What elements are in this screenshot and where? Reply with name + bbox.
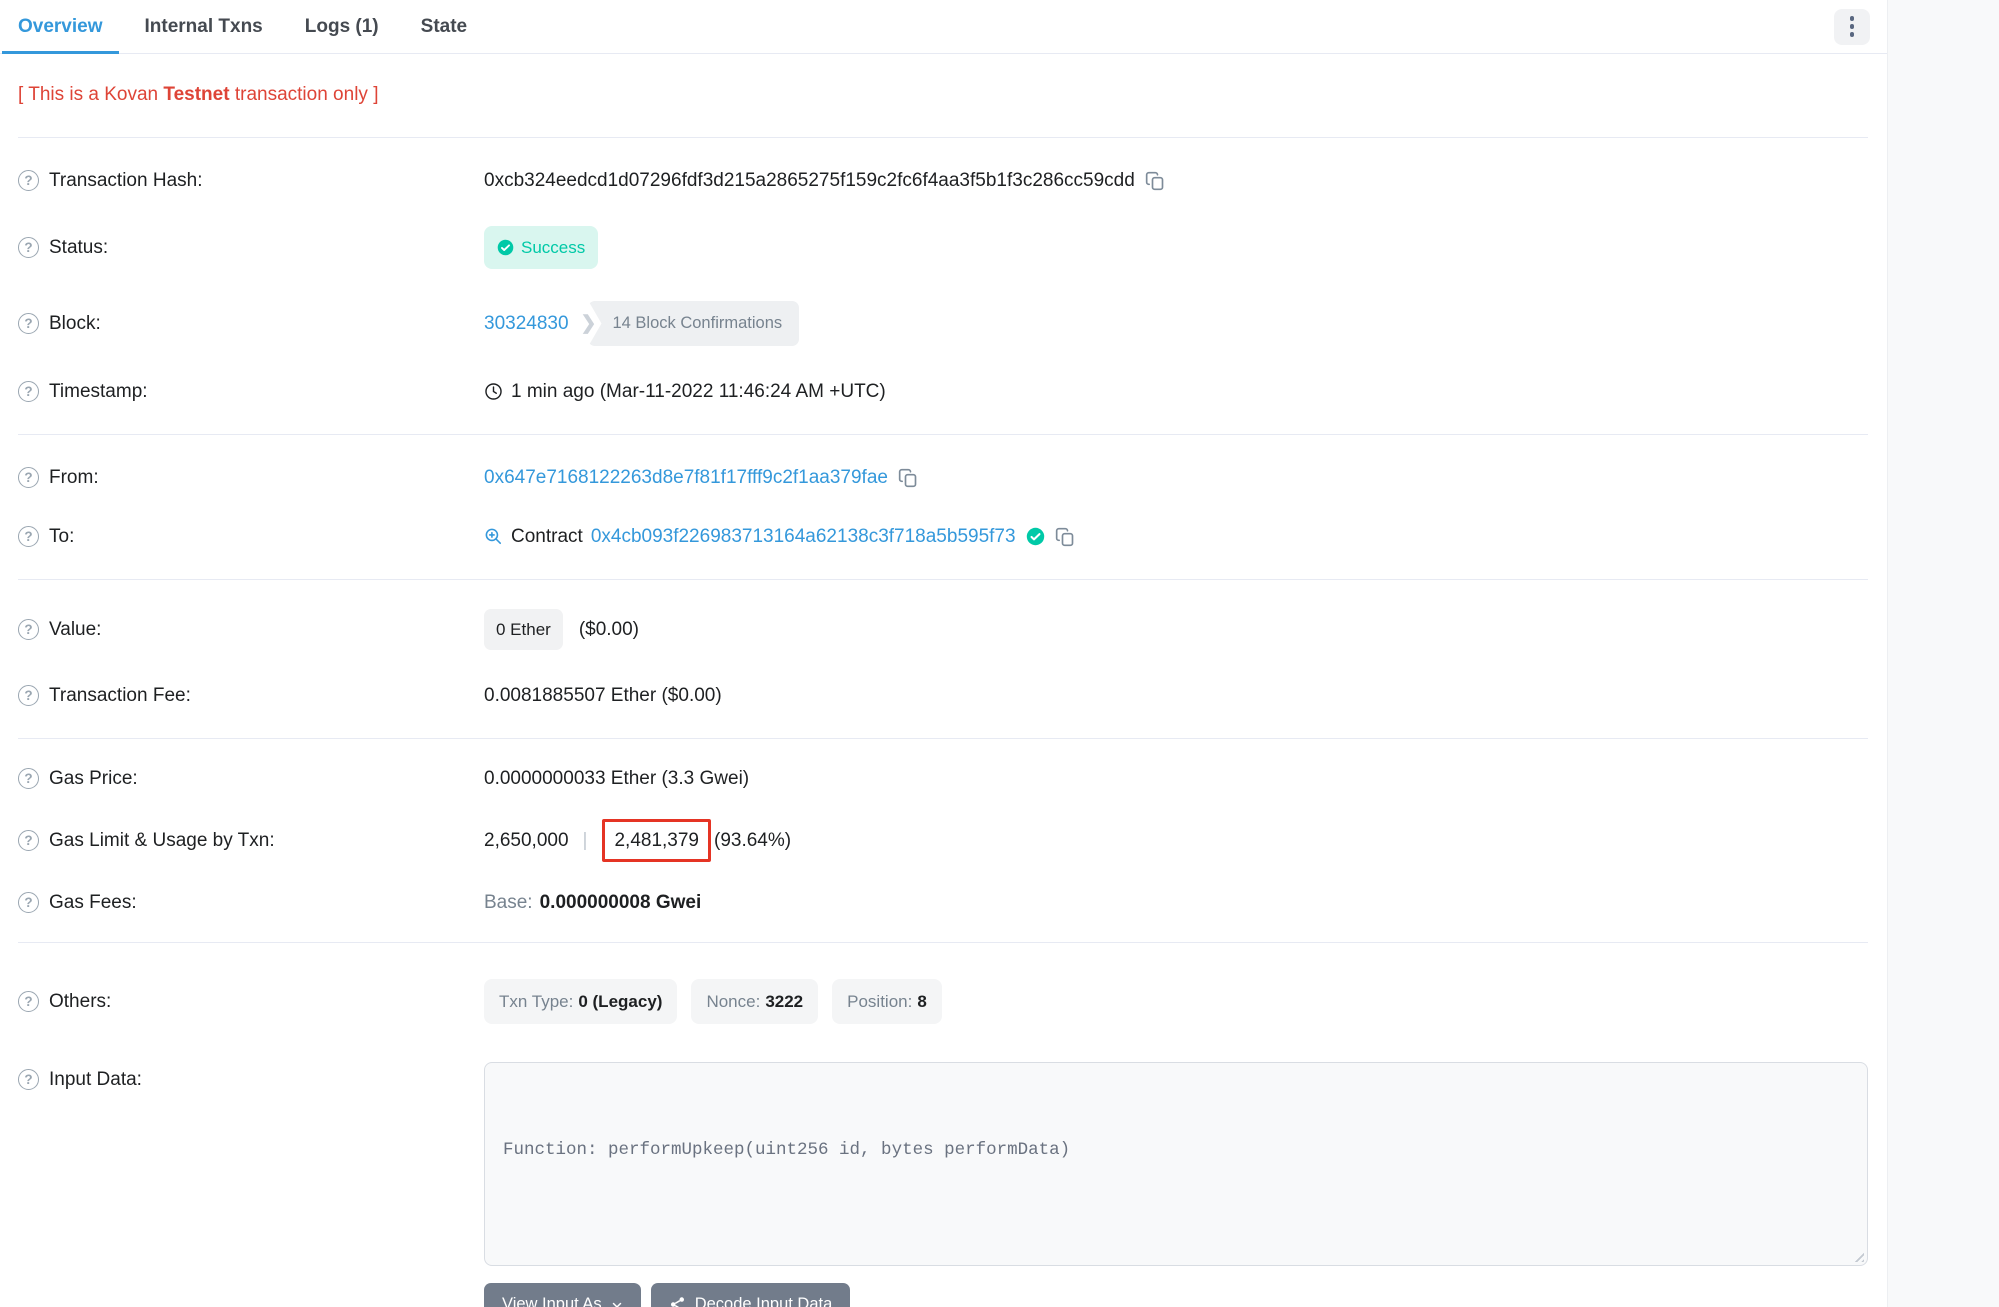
value-usd: ($0.00) [579,616,639,643]
value-ether-badge: 0 Ether [484,609,563,650]
gas-price-value: 0.0000000033 Ether (3.3 Gwei) [484,765,749,792]
section-value: ? Value: 0 Ether ($0.00) ? Transaction F… [0,580,1887,738]
row-block: ? Block: 30324830 ❯ 14 Block Confirmatio… [0,285,1887,362]
decode-icon [669,1296,686,1307]
check-circle-icon [497,239,514,256]
gas-price-label: Gas Price: [49,765,138,792]
others-label: Others: [49,988,111,1015]
transaction-hash-value: 0xcb324eedcd1d07296fdf3d215a2865275f159c… [484,167,1135,194]
help-icon[interactable]: ? [18,619,39,640]
row-gas-price: ? Gas Price: 0.0000000033 Ether (3.3 Gwe… [0,749,1887,808]
to-address-link[interactable]: 0x4cb093f226983713164a62138c3f718a5b595f… [591,523,1016,550]
help-icon[interactable]: ? [18,685,39,706]
more-options-button[interactable] [1834,9,1870,45]
from-label: From: [49,464,99,491]
gas-fees-label: Gas Fees: [49,889,137,916]
input-data-textarea[interactable]: Function: performUpkeep(uint256 id, byte… [484,1062,1868,1266]
row-others: ? Others: Txn Type:0 (Legacy) Nonce:3222… [0,963,1887,1040]
row-status: ? Status: Success [0,210,1887,285]
zoom-in-icon[interactable] [484,527,503,546]
view-input-as-button[interactable]: View Input As [484,1283,641,1307]
help-icon[interactable]: ? [18,467,39,488]
row-to: ? To: Contract 0x4cb093f226983713164a621… [0,507,1887,566]
input-data-line: Function: performUpkeep(uint256 id, byte… [503,1136,1849,1165]
value-label: Value: [49,616,101,643]
from-address-link[interactable]: 0x647e7168122263d8e7f81f17fff9c2f1aa379f… [484,464,888,491]
section-others-input: ? Others: Txn Type:0 (Legacy) Nonce:3222… [0,943,1887,1307]
input-data-label: Input Data: [49,1066,142,1093]
copy-icon[interactable] [1145,171,1165,191]
block-confirmations-badge: 14 Block Confirmations [588,301,799,346]
txn-type-badge: Txn Type:0 (Legacy) [484,979,677,1024]
to-label: To: [49,523,74,550]
position-badge: Position:8 [832,979,942,1024]
page-background [1887,0,1999,1307]
help-icon[interactable]: ? [18,768,39,789]
chevron-down-icon [611,1299,623,1307]
section-gas: ? Gas Price: 0.0000000033 Ether (3.3 Gwe… [0,739,1887,942]
nonce-badge: Nonce:3222 [691,979,818,1024]
tab-logs[interactable]: Logs (1) [289,0,395,54]
tab-state[interactable]: State [405,0,483,54]
help-icon[interactable]: ? [18,170,39,191]
copy-icon[interactable] [1055,527,1075,547]
row-gas-fees: ? Gas Fees: Base: 0.000000008 Gwei [0,873,1887,932]
to-contract-prefix: Contract [511,523,583,550]
gas-used-percent: (93.64%) [714,827,791,854]
chevron-right-icon: ❯ [581,310,597,337]
testnet-notice: [ This is a Kovan Testnet transaction on… [0,54,1887,137]
gas-used-value: 2,481,379 [614,830,699,851]
timestamp-value: 1 min ago (Mar-11-2022 11:46:24 AM +UTC) [511,378,886,405]
transaction-hash-label: Transaction Hash: [49,167,202,194]
status-label: Status: [49,234,108,261]
clock-icon [484,382,503,401]
gas-fees-base-label: Base: [484,889,533,916]
help-icon[interactable]: ? [18,1069,39,1090]
gas-limit-value: 2,650,000 [484,827,569,854]
verified-check-icon [1026,527,1045,546]
tab-overview[interactable]: Overview [2,0,119,54]
gas-used-highlight-box: 2,481,379 [602,819,711,862]
timestamp-label: Timestamp: [49,378,148,405]
transaction-fee-value: 0.0081885507 Ether ($0.00) [484,682,722,709]
transaction-fee-label: Transaction Fee: [49,682,191,709]
block-number-link[interactable]: 30324830 [484,310,569,337]
row-timestamp: ? Timestamp: 1 min ago (Mar-11-2022 11:4… [0,362,1887,421]
pipe-separator: | [583,827,588,854]
resize-handle[interactable] [1851,1249,1864,1262]
section-parties: ? From: 0x647e7168122263d8e7f81f17fff9c2… [0,435,1887,579]
decode-input-data-button[interactable]: Decode Input Data [651,1283,851,1307]
copy-icon[interactable] [898,468,918,488]
help-icon[interactable]: ? [18,237,39,258]
row-gas-limit-usage: ? Gas Limit & Usage by Txn: 2,650,000 | … [0,808,1887,873]
gas-fees-base-value: 0.000000008 Gwei [540,889,702,916]
tab-internal-txns[interactable]: Internal Txns [129,0,279,54]
row-input-data: ? Input Data: Function: performUpkeep(ui… [0,1046,1887,1307]
status-badge: Success [484,226,598,269]
gas-limit-label: Gas Limit & Usage by Txn: [49,827,275,854]
row-from: ? From: 0x647e7168122263d8e7f81f17fff9c2… [0,448,1887,507]
help-icon[interactable]: ? [18,526,39,547]
help-icon[interactable]: ? [18,381,39,402]
block-label: Block: [49,310,101,337]
help-icon[interactable]: ? [18,830,39,851]
help-icon[interactable]: ? [18,313,39,334]
row-value: ? Value: 0 Ether ($0.00) [0,593,1887,666]
help-icon[interactable]: ? [18,991,39,1012]
input-data-line [503,1223,1849,1252]
row-transaction-fee: ? Transaction Fee: 0.0081885507 Ether ($… [0,666,1887,725]
section-summary: ? Transaction Hash: 0xcb324eedcd1d07296f… [0,138,1887,434]
tab-bar: Overview Internal Txns Logs (1) State [0,0,1887,54]
row-transaction-hash: ? Transaction Hash: 0xcb324eedcd1d07296f… [0,151,1887,210]
help-icon[interactable]: ? [18,892,39,913]
transaction-details-card: Overview Internal Txns Logs (1) State [ … [0,0,1887,1307]
